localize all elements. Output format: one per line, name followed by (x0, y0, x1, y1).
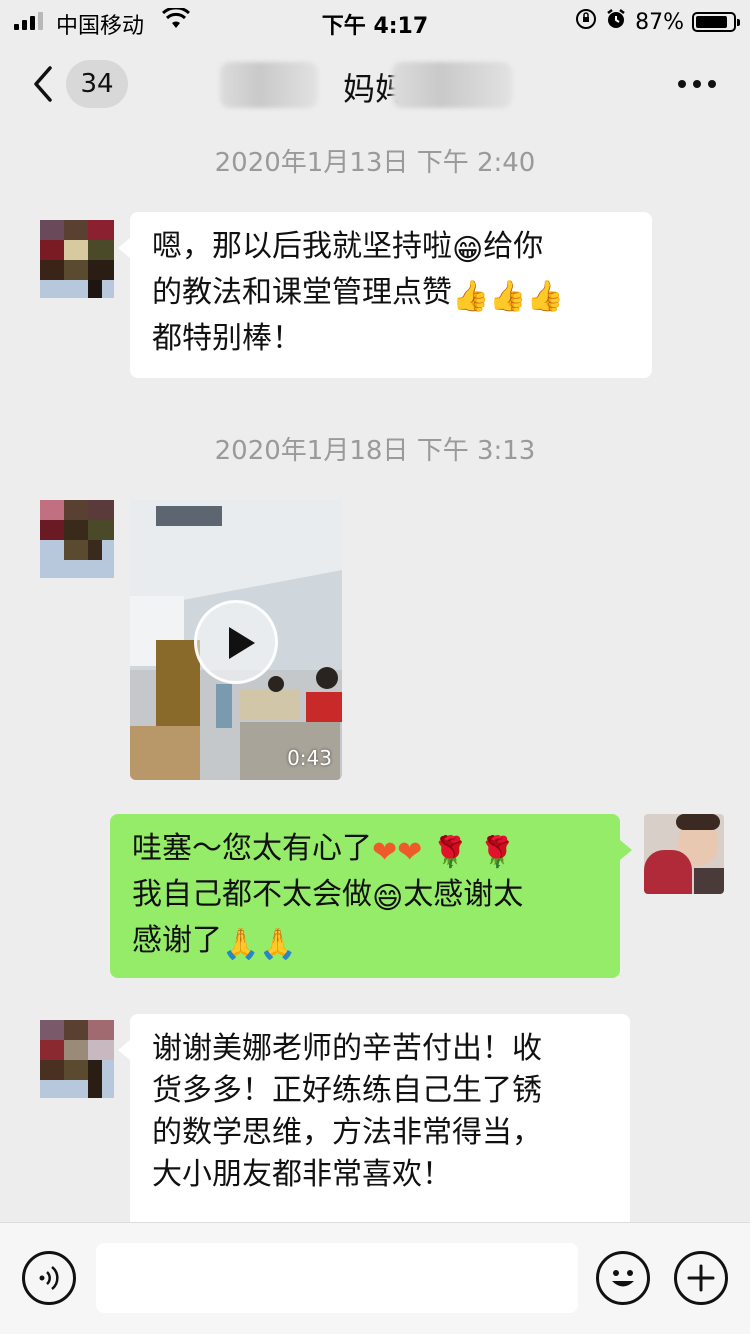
video-duration: 0:43 (287, 746, 332, 770)
alarm-icon (605, 8, 627, 36)
smile-emoji-icon: 😄 (372, 881, 404, 916)
my-avatar[interactable] (644, 814, 724, 894)
battery-percent: 87% (635, 9, 684, 35)
message-input[interactable] (96, 1243, 578, 1313)
message-text: 都特别棒！ (152, 321, 302, 356)
avatar[interactable] (40, 500, 114, 578)
message-text: 感谢了 (132, 923, 222, 958)
redacted-name-right (392, 62, 512, 108)
pray-emoji-icon: 🙏 (222, 927, 260, 962)
grin-emoji-icon: 😁 (452, 233, 484, 268)
play-icon[interactable] (194, 600, 278, 684)
timestamp: 2020年1月18日 下午 3:13 (214, 436, 536, 466)
avatar[interactable] (40, 220, 114, 298)
status-bar: 中国移动 下午 4:17 87% (0, 0, 750, 42)
voice-input-icon[interactable] (22, 1251, 76, 1305)
heart-emoji-icon: ❤ (397, 835, 423, 870)
thumbs-up-icon: 👍 (489, 279, 527, 314)
message-bubble[interactable]: 哇塞～您太有心了❤❤ 🌹 🌹 我自己都不太会做😄太感谢太 感谢了🙏🙏 (110, 814, 632, 978)
message-bubble[interactable]: 谢谢美娜老师的辛苦付出！收 货多多！正好练练自己生了锈 的数学思维，方法非常得当… (118, 1014, 630, 1222)
message-text: 我自己都不太会做 (132, 877, 372, 912)
input-toolbar (0, 1222, 750, 1334)
emoji-icon[interactable] (596, 1251, 650, 1305)
message-bubble[interactable]: 嗯，那以后我就坚持啦😁给你 的教法和课堂管理点赞👍👍👍 都特别棒！ (118, 212, 652, 378)
avatar[interactable] (40, 1020, 114, 1098)
rose-emoji-icon: 🌹 (431, 835, 470, 870)
message-text: 的教法和课堂管理点赞 (152, 275, 452, 310)
message-text: 太感谢太 (403, 877, 524, 912)
video-message[interactable]: 0:43 (130, 500, 342, 780)
message-text: 嗯，那以后我就坚持啦 (152, 229, 452, 264)
thumbs-up-icon: 👍 (452, 279, 490, 314)
pray-emoji-icon: 🙏 (259, 927, 297, 962)
message-text: 货多多！正好练练自己生了锈 (152, 1073, 542, 1108)
battery-icon (692, 12, 740, 32)
chat-header: 34 妈妈 (0, 42, 750, 128)
message-text: 哇塞～您太有心了 (132, 831, 372, 866)
message-text: 给你 (483, 229, 544, 264)
heart-emoji-icon: ❤ (372, 835, 398, 870)
more-options-icon[interactable] (678, 80, 716, 88)
message-text: 谢谢美娜老师的辛苦付出！收 (152, 1031, 542, 1066)
message-text: 大小朋友都非常喜欢！ (152, 1157, 452, 1192)
chat-title: 妈妈 (342, 70, 407, 108)
rose-emoji-icon: 🌹 (478, 835, 517, 870)
message-text: 的数学思维，方法非常得当， (152, 1115, 542, 1150)
orientation-lock-icon (575, 8, 597, 36)
plus-icon[interactable] (674, 1251, 728, 1305)
thumbs-up-icon: 👍 (526, 279, 565, 314)
timestamp: 2020年1月13日 下午 2:40 (214, 148, 536, 178)
